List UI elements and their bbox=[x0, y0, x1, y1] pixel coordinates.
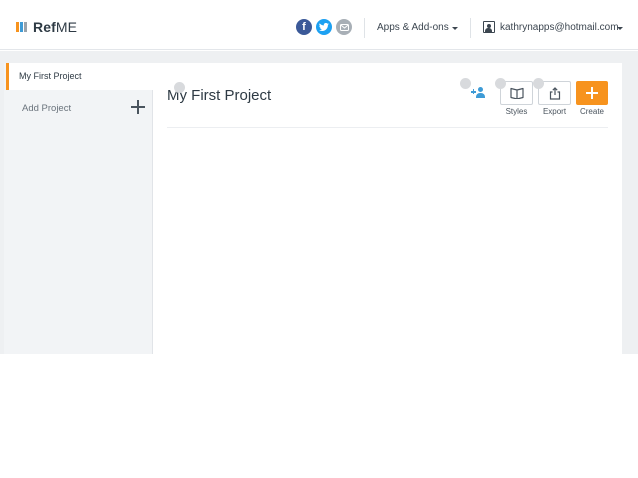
user-email-menu[interactable]: kathrynapps@hotmail.com bbox=[500, 22, 619, 33]
hint-dot bbox=[495, 78, 506, 89]
export-label: Export bbox=[542, 107, 567, 116]
facebook-glyph: f bbox=[302, 21, 306, 33]
logo-text: RefME bbox=[33, 19, 77, 35]
refme-logo[interactable]: RefME bbox=[16, 19, 77, 35]
email-icon[interactable] bbox=[336, 19, 352, 35]
logo-text-light: ME bbox=[55, 19, 78, 35]
envelope-icon bbox=[339, 23, 349, 31]
logo-bars-icon bbox=[16, 22, 27, 32]
twitter-icon[interactable] bbox=[316, 19, 332, 35]
logo-text-bold: Ref bbox=[33, 19, 56, 35]
header-divider bbox=[364, 18, 365, 38]
add-project-plus-icon[interactable] bbox=[131, 100, 145, 114]
hint-dot bbox=[460, 78, 471, 89]
hint-dot bbox=[174, 82, 185, 93]
header-divider bbox=[470, 18, 471, 38]
apps-chevron-down-icon[interactable] bbox=[452, 27, 458, 30]
add-project-label[interactable]: Add Project bbox=[22, 103, 71, 114]
user-icon[interactable] bbox=[483, 21, 495, 33]
hint-dot bbox=[533, 78, 544, 89]
share-icon bbox=[549, 86, 560, 100]
facebook-icon[interactable]: f bbox=[296, 19, 312, 35]
create-label: Create bbox=[579, 107, 604, 116]
book-icon bbox=[509, 87, 524, 99]
sidebar-item-my-first-project[interactable]: My First Project bbox=[6, 63, 153, 90]
add-collaborator-icon[interactable] bbox=[471, 87, 487, 99]
twitter-bird-icon bbox=[319, 23, 329, 31]
create-button[interactable] bbox=[576, 81, 608, 105]
user-chevron-down-icon[interactable] bbox=[617, 27, 623, 30]
styles-label: Styles bbox=[505, 107, 528, 116]
apps-addons-menu[interactable]: Apps & Add-ons bbox=[377, 22, 449, 33]
title-divider bbox=[167, 127, 608, 128]
